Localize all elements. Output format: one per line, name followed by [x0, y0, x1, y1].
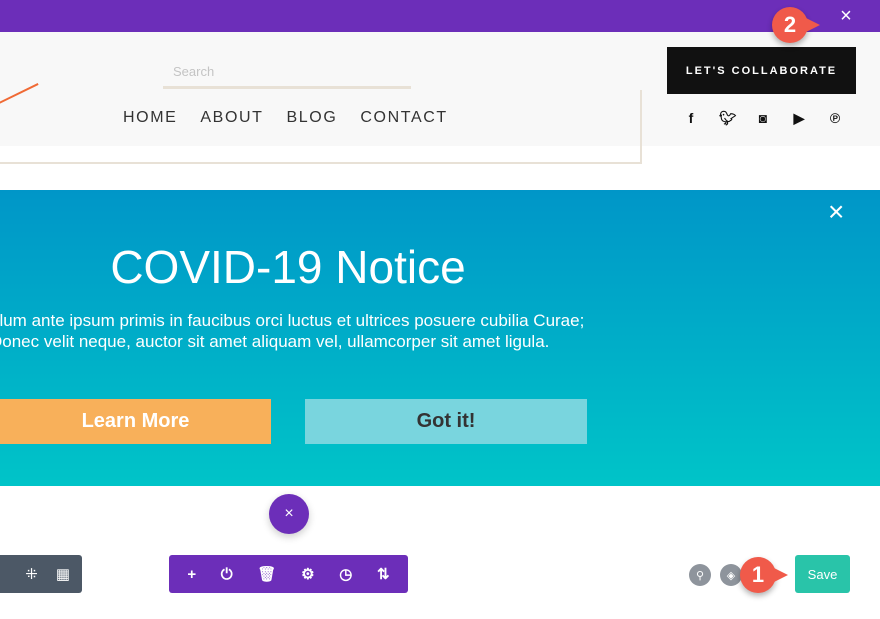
- builder-top-bar: [0, 0, 880, 32]
- add-icon[interactable]: +: [187, 566, 196, 583]
- annotation-badge-2: 2: [772, 7, 820, 43]
- youtube-icon[interactable]: ▶: [791, 110, 807, 127]
- trash-icon[interactable]: 🗑: [257, 565, 276, 583]
- power-icon[interactable]: ⏻: [221, 566, 233, 583]
- learn-more-button[interactable]: Learn More: [0, 399, 271, 444]
- banner-text: ulum ante ipsum primis in faucibus orci …: [0, 310, 640, 352]
- facebook-icon[interactable]: f: [683, 110, 699, 127]
- layers-icon[interactable]: ◈: [720, 564, 742, 586]
- main-nav: HOME ABOUT BLOG CONTACT: [123, 109, 448, 127]
- banner-text-line: ulum ante ipsum primis in faucibus orci …: [0, 311, 585, 330]
- menu-border-box: [0, 90, 642, 164]
- nav-about[interactable]: ABOUT: [200, 109, 263, 127]
- social-icons: f 🐦︎ ◙ ▶ ℗: [683, 110, 843, 127]
- got-it-button[interactable]: Got it!: [305, 399, 587, 444]
- annotation-badge-1: 1: [740, 557, 788, 593]
- builder-toolbar: + ⏻ 🗑 ⚙ ◷ ⇅: [169, 555, 408, 593]
- gear-icon[interactable]: ⚙: [301, 565, 314, 583]
- nav-blog[interactable]: BLOG: [287, 109, 338, 127]
- click-mode-icon[interactable]: ⁜: [25, 565, 38, 583]
- nav-home[interactable]: HOME: [123, 109, 177, 127]
- pinterest-icon[interactable]: ℗: [827, 110, 843, 127]
- collaborate-button[interactable]: LET'S COLLABORATE: [667, 47, 856, 94]
- sort-icon[interactable]: ⇅: [377, 565, 390, 583]
- history-icon[interactable]: ◷: [339, 565, 352, 583]
- section-close-button[interactable]: ×: [269, 494, 309, 534]
- nav-contact[interactable]: CONTACT: [360, 109, 447, 127]
- save-button[interactable]: Save: [795, 555, 850, 593]
- banner-title: COVID-19 Notice: [110, 241, 466, 293]
- exit-builder-close-icon[interactable]: ×: [836, 5, 856, 28]
- search-icon[interactable]: ⚲: [689, 564, 711, 586]
- grid-icon[interactable]: ▦: [56, 565, 70, 583]
- page-settings-toolbar: ⁜ ▦: [0, 555, 82, 593]
- search-input[interactable]: [163, 56, 411, 89]
- twitter-icon[interactable]: 🐦︎: [719, 110, 737, 127]
- banner-close-icon[interactable]: ×: [828, 196, 844, 228]
- banner-text-line: Donec velit neque, auctor sit amet aliqu…: [0, 332, 550, 351]
- instagram-icon[interactable]: ◙: [755, 110, 771, 127]
